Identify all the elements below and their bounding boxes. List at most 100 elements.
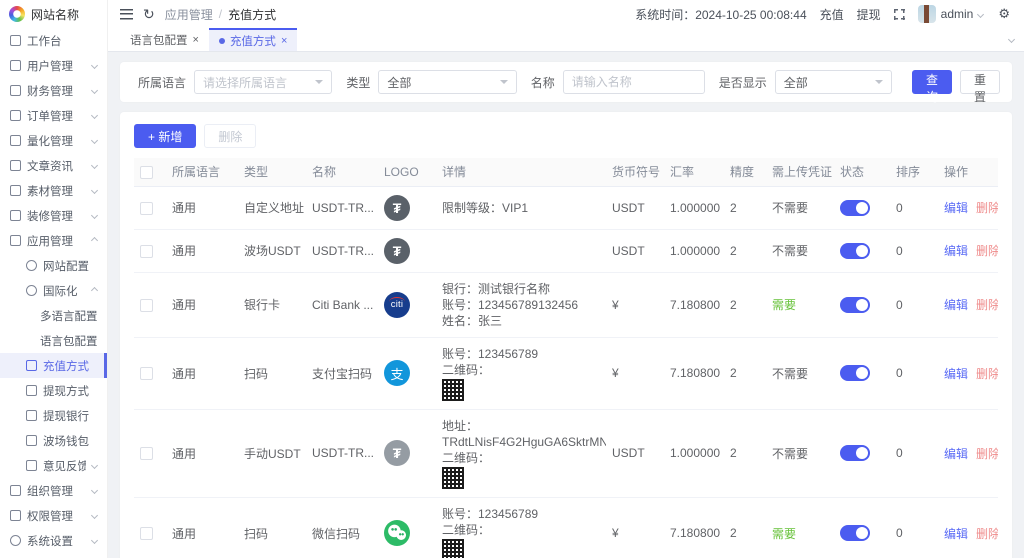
sidebar-item-system[interactable]: 系统设置 [0,528,107,553]
detail-line: 二维码： [442,450,600,466]
close-icon[interactable]: × [193,34,199,46]
cell-type: 扫码 [238,497,306,558]
sidebar-item-finance[interactable]: 财务管理 [0,78,107,103]
tab-lang-pack[interactable]: 语言包配置× [120,28,209,51]
status-toggle[interactable] [840,445,870,461]
site-config-icon [26,260,37,271]
cell-type: 银行卡 [238,272,306,337]
row-checkbox[interactable] [140,245,153,258]
tether-logo-icon: ₮ [384,195,410,221]
add-button[interactable]: + 新增 [134,124,196,148]
sidebar-item-articles[interactable]: 文章资讯 [0,153,107,178]
refresh-icon[interactable]: ↻ [143,7,155,21]
sidebar-item-users[interactable]: 用户管理 [0,53,107,78]
sidebar-item-label: 多语言配置 [40,308,99,324]
edit-link[interactable]: 编辑 [944,367,968,381]
row-checkbox[interactable] [140,447,153,460]
row-checkbox[interactable] [140,299,153,312]
delete-link[interactable]: 删除 [976,244,998,258]
user-menu[interactable]: admin [918,5,986,23]
chevron-down-icon [91,487,98,494]
edit-link[interactable]: 编辑 [944,201,968,215]
breadcrumb-parent[interactable]: 应用管理 [165,6,213,23]
delete-button[interactable]: 删除 [204,124,256,148]
detail-line: 账号：123456789 [442,506,600,522]
sidebar-item-lang-pack[interactable]: 语言包配置 [0,328,107,353]
search-button[interactable]: 查询 [912,70,952,94]
cell-sort: 0 [890,497,938,558]
recharge-methods-table: 所属语言 类型 名称 LOGO 详情 货币符号 汇率 精度 需上传凭证 状态 排… [134,158,998,558]
sidebar-item-apps[interactable]: 应用管理 [0,228,107,253]
sidebar-item-materials[interactable]: 素材管理 [0,178,107,203]
table-header: 所属语言 类型 名称 LOGO 详情 货币符号 汇率 精度 需上传凭证 状态 排… [134,158,998,186]
cell-detail: 银行：测试银行名称账号：123456789132456姓名：张三 [436,272,606,337]
table-toolbar: + 新增 删除 [134,124,998,148]
cell-rate: 7.180800 [664,272,724,337]
alipay-logo-icon: 支 [384,360,410,386]
feedback-icon [26,460,37,471]
sidebar-item-workbench[interactable]: 工作台 [0,28,107,53]
status-toggle[interactable] [840,200,870,216]
sidebar-item-recharge[interactable]: 充值方式 [0,353,107,378]
delete-link[interactable]: 删除 [976,201,998,215]
cell-sort: 0 [890,272,938,337]
gear-icon[interactable]: ⚙ [998,6,1010,22]
sidebar-item-withdraw-method[interactable]: 提现方式 [0,378,107,403]
delete-link[interactable]: 删除 [976,367,998,381]
row-checkbox[interactable] [140,367,153,380]
edit-link[interactable]: 编辑 [944,447,968,461]
cell-status [834,409,890,497]
sidebar-item-orders[interactable]: 订单管理 [0,103,107,128]
topbar: ↻ 应用管理 / 充值方式 系统时间：2024-10-25 00:08:44 充… [108,0,1024,28]
edit-link[interactable]: 编辑 [944,527,968,541]
hamburger-icon[interactable] [120,9,133,20]
sidebar-item-multi-lang[interactable]: 多语言配置 [0,303,107,328]
row-checkbox[interactable] [140,202,153,215]
cell-name: Citi Bank ... [306,272,378,337]
cell-symbol: ¥ [606,497,664,558]
row-checkbox-cell [134,186,166,229]
sidebar-item-site-config[interactable]: 网站配置 [0,253,107,278]
reset-button[interactable]: 重置 [960,70,1000,94]
cell-status [834,497,890,558]
delete-link[interactable]: 删除 [976,447,998,461]
cell-language: 通用 [166,497,238,558]
sidebar-item-tron-wallet[interactable]: 波场钱包 [0,428,107,453]
sidebar-item-label: 装修管理 [27,208,86,224]
cell-name: USDT-TR... [306,186,378,229]
withdraw-link[interactable]: 提现 [857,6,881,23]
delete-link[interactable]: 删除 [976,527,998,541]
status-toggle[interactable] [840,525,870,541]
fullscreen-icon[interactable] [894,9,905,20]
filter-language-select[interactable]: 请选择所属语言 [194,70,332,94]
tether-logo-icon: ₮ [384,238,410,264]
filter-show-select[interactable]: 全部 [775,70,892,94]
sidebar-item-permissions[interactable]: 权限管理 [0,503,107,528]
sidebar-item-withdraw-bank[interactable]: 提现银行 [0,403,107,428]
close-icon[interactable]: × [281,35,287,47]
filter-name-input[interactable] [563,70,705,94]
sidebar-item-decoration[interactable]: 装修管理 [0,203,107,228]
row-checkbox-cell [134,337,166,409]
row-checkbox[interactable] [140,527,153,540]
sidebar-item-feedback[interactable]: 意见反馈 [0,453,107,478]
filter-type-select[interactable]: 全部 [378,70,516,94]
edit-link[interactable]: 编辑 [944,298,968,312]
col-name: 名称 [306,158,378,186]
select-all-checkbox[interactable] [140,166,153,179]
status-toggle[interactable] [840,365,870,381]
edit-link[interactable]: 编辑 [944,244,968,258]
status-toggle[interactable] [840,297,870,313]
status-toggle[interactable] [840,243,870,259]
sidebar-item-i18n[interactable]: 国际化 [0,278,107,303]
cell-logo: ₮ [378,229,436,272]
sidebar-item-quant[interactable]: 量化管理 [0,128,107,153]
delete-link[interactable]: 删除 [976,298,998,312]
sidebar-item-organization[interactable]: 组织管理 [0,478,107,503]
tab-recharge-method[interactable]: 充值方式× [209,28,297,51]
cell-detail: 账号：123456789二维码： [436,497,606,558]
tabbar-chevron-down-icon[interactable] [1008,36,1015,43]
col-status: 状态 [834,158,890,186]
recharge-link[interactable]: 充值 [820,6,844,23]
breadcrumb-separator: / [219,7,222,21]
